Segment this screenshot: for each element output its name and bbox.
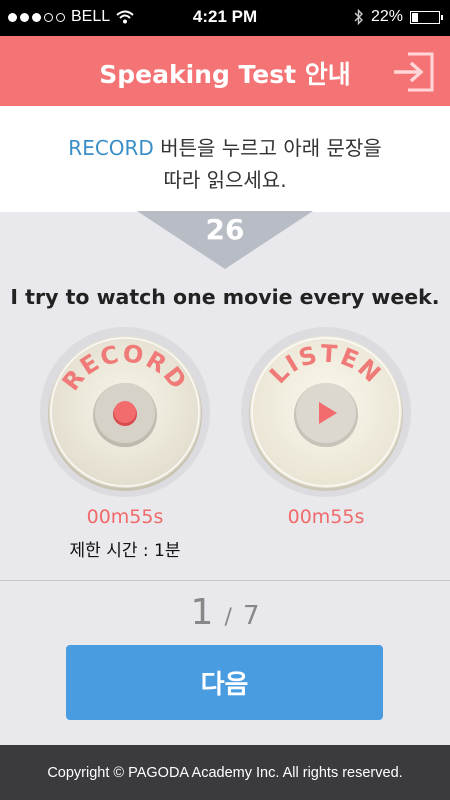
listen-button[interactable]: LISTEN bbox=[240, 326, 412, 498]
question-number-marker: 26 bbox=[137, 211, 313, 271]
question-sentence: I try to watch one movie every week. bbox=[10, 285, 440, 309]
page-title: Speaking Test 안내 bbox=[99, 60, 351, 89]
status-right: 22% bbox=[354, 8, 443, 26]
instruction-highlight: RECORD bbox=[68, 136, 154, 160]
record-dot-icon bbox=[114, 401, 136, 423]
instruction-line2: 따라 읽으세요. bbox=[163, 168, 287, 192]
instruction-line1: 버튼을 누르고 아래 문장을 bbox=[153, 136, 382, 160]
footer: Copyright © PAGODA Academy Inc. All righ… bbox=[0, 745, 450, 800]
page-total: 7 bbox=[242, 601, 260, 631]
battery-percent: 22% bbox=[370, 8, 403, 25]
header-bar: Speaking Test 안내 bbox=[0, 36, 450, 106]
instruction-panel: RECORD 버튼을 누르고 아래 문장을 따라 읽으세요. bbox=[0, 106, 450, 212]
divider bbox=[0, 580, 450, 581]
question-number: 26 bbox=[205, 213, 245, 246]
battery-fill bbox=[412, 12, 418, 22]
page-indicator: 1 / 7 bbox=[0, 592, 450, 633]
instruction-text: RECORD 버튼을 누르고 아래 문장을 따라 읽으세요. bbox=[0, 106, 450, 196]
time-limit: 제한 시간 : 1분 bbox=[69, 541, 181, 561]
exit-icon[interactable] bbox=[390, 51, 436, 93]
page-separator: / bbox=[224, 605, 232, 630]
status-bar: BELL 4:21 PM 22% bbox=[0, 0, 450, 36]
record-button[interactable]: RECORD bbox=[39, 326, 211, 498]
bluetooth-icon bbox=[354, 9, 363, 25]
listen-time: 00m55s bbox=[287, 506, 365, 528]
copyright-text: Copyright © PAGODA Academy Inc. All righ… bbox=[47, 764, 403, 781]
record-time: 00m55s bbox=[86, 506, 164, 528]
battery-icon bbox=[410, 10, 443, 24]
page-current: 1 bbox=[190, 592, 214, 633]
next-button[interactable]: 다음 bbox=[66, 645, 383, 720]
